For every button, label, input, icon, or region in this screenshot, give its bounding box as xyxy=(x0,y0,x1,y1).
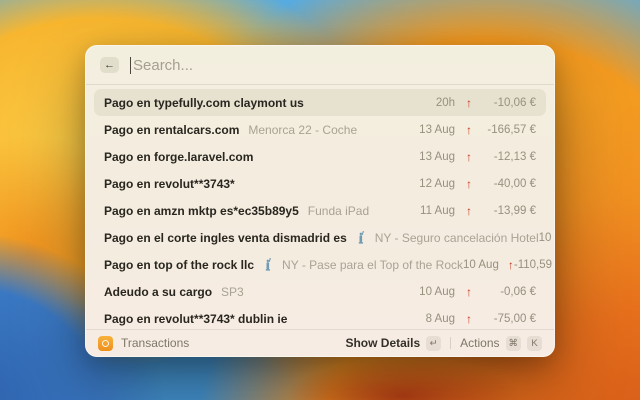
row-subtitle: NY - Pase para el Top of the Rock xyxy=(282,257,464,272)
transaction-row[interactable]: Pago en typefully.com claymont us 20h ↑ … xyxy=(94,89,546,116)
statue-of-liberty-icon xyxy=(356,231,366,244)
row-amount: -75,00 € xyxy=(493,312,536,325)
row-title: Pago en forge.laravel.com xyxy=(104,149,254,164)
row-subtitle: SP3 xyxy=(221,284,244,299)
row-title: Pago en top of the rock llc xyxy=(104,257,255,272)
arrow-up-icon: ↑ xyxy=(466,284,472,299)
transaction-row[interactable]: Pago en forge.laravel.com 13 Aug ↑ -12,1… xyxy=(94,143,546,170)
row-date: 10 Aug xyxy=(538,231,554,244)
statue-of-liberty-icon xyxy=(263,258,273,271)
row-date: 10 Aug xyxy=(419,285,455,298)
cmd-key-badge: ⌘ xyxy=(505,335,521,351)
show-details-label: Show Details xyxy=(345,336,421,350)
row-title: Pago en rentalcars.com xyxy=(104,122,240,137)
arrow-up-icon: ↑ xyxy=(466,95,472,110)
row-date: 13 Aug xyxy=(419,123,455,136)
row-amount: -0,06 € xyxy=(500,285,536,298)
actions-label: Actions xyxy=(460,336,500,350)
arrow-up-icon: ↑ xyxy=(466,176,472,191)
arrow-up-icon: ↑ xyxy=(466,203,472,218)
arrow-left-icon: ← xyxy=(104,59,115,71)
row-date: 8 Aug xyxy=(425,312,455,325)
row-amount: -40,00 € xyxy=(493,177,536,190)
enter-key-badge: ↵ xyxy=(426,335,442,351)
row-amount: -10,06 € xyxy=(493,96,536,109)
source-label: Transactions xyxy=(121,336,190,350)
back-button[interactable]: ← xyxy=(100,57,119,73)
actions-button[interactable]: Actions ⌘ K xyxy=(460,335,542,351)
arrow-up-icon: ↑ xyxy=(466,122,472,137)
row-date: 12 Aug xyxy=(419,177,455,190)
row-amount: -110,59 € xyxy=(513,258,554,271)
row-amount: -166,57 € xyxy=(487,123,536,136)
row-title: Pago en el corte ingles venta dismadrid … xyxy=(104,230,347,245)
row-amount: -13,99 € xyxy=(493,204,536,217)
launcher-window: ← Search... Pago en typefully.com claymo… xyxy=(85,45,555,357)
footer-bar: Transactions Show Details ↵ Actions ⌘ K xyxy=(86,329,554,356)
row-title: Adeudo a su cargo xyxy=(104,284,213,299)
arrow-up-icon: ↑ xyxy=(466,311,472,326)
row-date: 11 Aug xyxy=(420,204,455,217)
k-key-badge: K xyxy=(527,335,542,351)
transaction-row[interactable]: Pago en amzn mktp es*ec35b89y5 Funda iPa… xyxy=(94,197,546,224)
show-details-button[interactable]: Show Details ↵ xyxy=(345,335,442,351)
row-date: 13 Aug xyxy=(419,150,455,163)
arrow-up-icon: ↑ xyxy=(466,149,472,164)
row-title: Pago en revolut**3743* dublin ie xyxy=(104,311,288,326)
row-date: 10 Aug xyxy=(463,258,499,271)
footer-divider xyxy=(450,337,452,349)
row-amount: -12,13 € xyxy=(493,150,536,163)
search-bar: ← Search... xyxy=(86,46,554,85)
transaction-row[interactable]: Pago en rentalcars.com Menorca 22 - Coch… xyxy=(94,116,546,143)
search-input[interactable]: Search... xyxy=(133,57,193,74)
row-date: 20h xyxy=(435,96,455,109)
transaction-row[interactable]: Pago en revolut**3743* 12 Aug ↑ -40,00 € xyxy=(94,170,546,197)
row-subtitle: NY - Seguro cancelación Hotel xyxy=(374,230,539,245)
transaction-row[interactable]: Pago en el corte ingles venta dismadrid … xyxy=(94,224,554,251)
transaction-row[interactable]: Pago en top of the rock llc NY - Pase pa… xyxy=(94,251,554,278)
transactions-app-icon xyxy=(98,335,113,351)
row-subtitle: Menorca 22 - Coche xyxy=(248,122,358,137)
transaction-row[interactable]: Pago en revolut**3743* dublin ie 8 Aug ↑… xyxy=(94,305,546,329)
transaction-row[interactable]: Adeudo a su cargo SP3 10 Aug ↑ -0,06 € xyxy=(94,278,546,305)
row-title: Pago en amzn mktp es*ec35b89y5 xyxy=(104,203,299,218)
row-subtitle: Funda iPad xyxy=(307,203,370,218)
transaction-list: Pago en typefully.com claymont us 20h ↑ … xyxy=(86,85,554,329)
text-caret xyxy=(130,56,131,74)
row-title: Pago en typefully.com claymont us xyxy=(104,95,304,110)
row-title: Pago en revolut**3743* xyxy=(104,176,235,191)
